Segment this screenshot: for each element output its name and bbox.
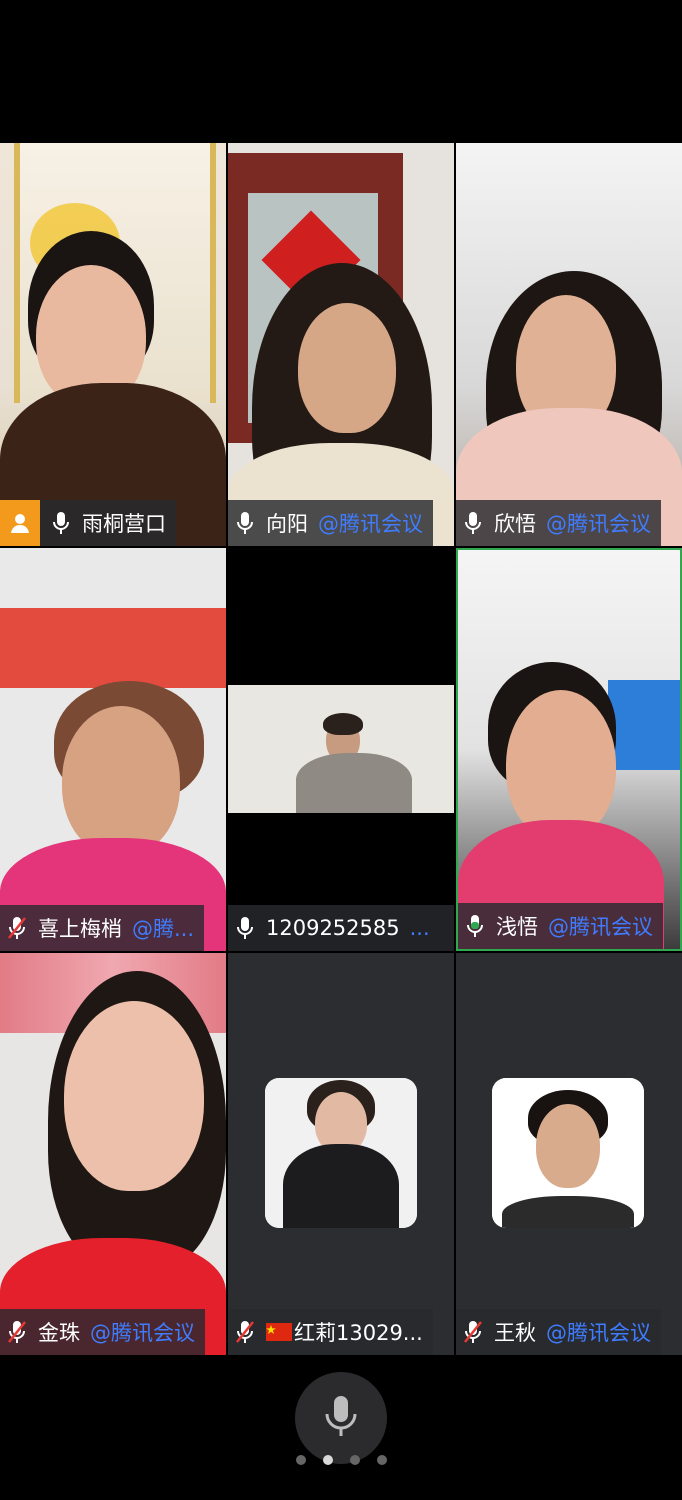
host-icon — [0, 500, 40, 546]
participant-org: @腾讯会议 — [90, 1321, 195, 1345]
microphone-icon — [462, 510, 484, 536]
participant-org: @腾讯会议 — [548, 915, 653, 939]
participant-avatar — [265, 1078, 417, 1228]
participant-tile-5[interactable]: 1209252585 ... — [228, 548, 454, 951]
participant-label: 王秋 @腾讯会议 — [456, 1309, 661, 1355]
participant-label: 欣悟 @腾讯会议 — [456, 500, 661, 546]
page-dot-1[interactable] — [295, 1455, 306, 1465]
participant-label: 雨桐营口 — [0, 500, 176, 546]
microphone-icon — [234, 510, 256, 536]
page-dot-3[interactable] — [349, 1455, 360, 1465]
microphone-muted-icon — [462, 1319, 484, 1345]
participant-tile-6[interactable]: 浅悟 @腾讯会议 — [456, 548, 682, 951]
microphone-icon — [234, 915, 256, 941]
participant-label: 金珠 @腾讯会议 — [0, 1309, 205, 1355]
participant-name: 浅悟 — [496, 915, 538, 939]
participant-video — [458, 550, 680, 949]
participant-name: 王秋 — [494, 1321, 536, 1345]
participant-video — [0, 548, 226, 951]
participant-name: 金珠 — [38, 1321, 80, 1345]
participant-tile-1[interactable]: 雨桐营口 — [0, 143, 226, 546]
participant-video — [456, 143, 682, 546]
mute-toggle-button[interactable] — [295, 1372, 387, 1464]
microphone-muted-icon — [6, 915, 28, 941]
participant-name: 喜上梅梢 — [38, 917, 122, 941]
participant-name: 红莉13029... — [294, 1321, 423, 1345]
participant-video — [228, 548, 454, 951]
participant-label: 喜上梅梢 @腾... — [0, 905, 205, 951]
participant-tile-8[interactable]: 红莉13029... — [228, 953, 454, 1355]
participant-label: 向阳 @腾讯会议 — [228, 500, 433, 546]
participant-name: 雨桐营口 — [82, 512, 166, 536]
page-indicator — [0, 1455, 682, 1465]
participant-tile-4[interactable]: 喜上梅梢 @腾... — [0, 548, 226, 951]
participant-name: 欣悟 — [494, 512, 536, 536]
participant-label: 红莉13029... — [228, 1309, 433, 1355]
participant-tile-7[interactable]: 金珠 @腾讯会议 — [0, 953, 226, 1355]
page-dot-4[interactable] — [376, 1455, 387, 1465]
participant-org: @腾... — [132, 917, 195, 941]
participant-video — [0, 143, 226, 546]
participant-label: 浅悟 @腾讯会议 — [458, 903, 663, 949]
participant-tile-2[interactable]: 向阳 @腾讯会议 — [228, 143, 454, 546]
microphone-icon — [323, 1394, 359, 1442]
participant-tile-3[interactable]: 欣悟 @腾讯会议 — [456, 143, 682, 546]
participant-avatar — [492, 1078, 644, 1228]
page-dot-2[interactable] — [322, 1455, 333, 1465]
participant-name: 向阳 — [266, 512, 308, 536]
participant-org: @腾讯会议 — [318, 512, 423, 536]
microphone-icon — [50, 510, 72, 536]
participant-name: 1209252585 — [266, 916, 400, 940]
participant-video — [228, 143, 454, 546]
microphone-speaking-icon — [464, 913, 486, 939]
china-flag-icon — [266, 1323, 292, 1341]
participant-tile-9[interactable]: 王秋 @腾讯会议 — [456, 953, 682, 1355]
participant-org: @腾讯会议 — [546, 1321, 651, 1345]
participant-label: 1209252585 ... — [228, 905, 454, 951]
participant-video — [0, 953, 226, 1355]
microphone-muted-icon — [6, 1319, 28, 1345]
participant-org: @腾讯会议 — [546, 512, 651, 536]
microphone-muted-icon — [234, 1319, 256, 1345]
participant-org: ... — [409, 916, 430, 940]
video-grid: 雨桐营口 向阳 @腾讯会议 欣悟 @腾讯会议 喜上梅梢 @腾... 120925… — [0, 143, 682, 1355]
